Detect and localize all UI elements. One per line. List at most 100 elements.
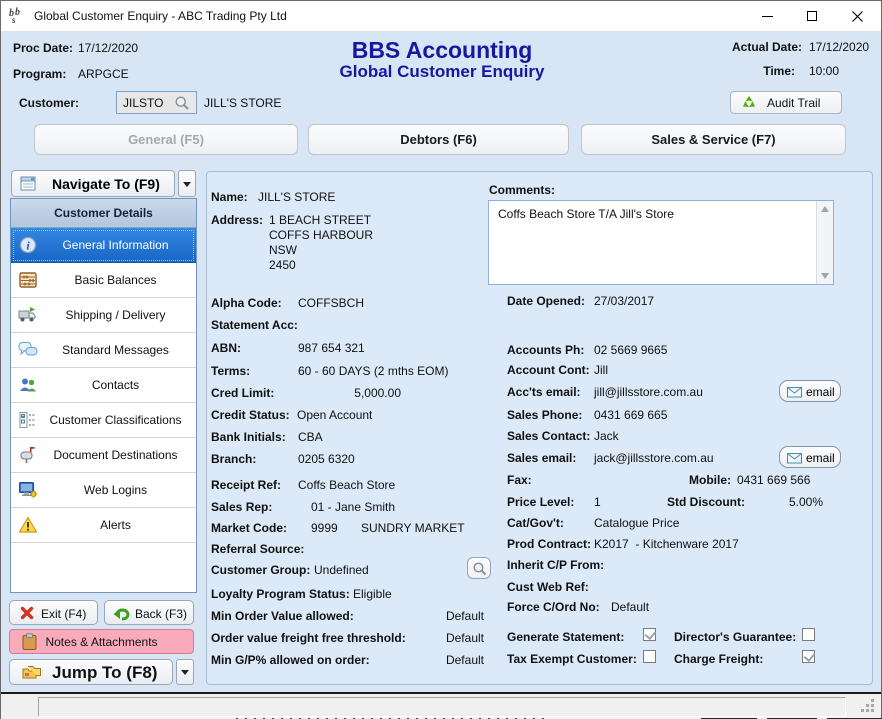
navigate-to-label: Navigate To (F9) [52, 176, 160, 192]
exit-button[interactable]: Exit (F4) [9, 600, 98, 625]
sidebar-item-alerts[interactable]: Alerts [11, 508, 196, 543]
mobile-label: Mobile: [689, 473, 731, 487]
address-line: COFFS HARBOUR [269, 228, 373, 242]
charge-freight-label: Charge Freight: [674, 652, 763, 666]
price-level-value: 1 [594, 495, 601, 509]
sidebar-item-label: Basic Balances [74, 273, 156, 287]
directors-guarantee-checkbox[interactable] [802, 628, 815, 641]
jump-to-label: Jump To (F8) [52, 663, 157, 683]
sidebar-item-label: Customer Classifications [49, 413, 181, 427]
title-bar: b b s Global Customer Enquiry - ABC Trad… [1, 1, 881, 31]
sidebar-item-label: Document Destinations [53, 448, 177, 462]
customer-search-icon[interactable] [174, 95, 190, 111]
mobile-value: 0431 669 566 [737, 473, 810, 487]
bank-initials-label: Bank Initials: [211, 430, 286, 444]
svg-text:s: s [11, 15, 16, 25]
exit-label: Exit (F4) [41, 607, 86, 621]
comments-scrollbar[interactable] [816, 201, 833, 284]
sales-email-label: Sales email: [507, 451, 576, 465]
loyalty-label: Loyalty Program Status: [211, 587, 350, 601]
email-button-label: email [806, 451, 835, 465]
min-order-label: Min Order Value allowed: [211, 609, 354, 623]
sales-rep-value: 01 - Jane Smith [311, 500, 395, 514]
customer-code-value: JILSTO [123, 96, 163, 110]
navigate-to-dropdown[interactable] [178, 170, 196, 197]
prod-contract-value: K2017 - Kitchenware 2017 [594, 537, 739, 551]
sales-email-button[interactable]: email [779, 446, 841, 468]
minimize-button[interactable] [745, 1, 790, 31]
contacts-icon [18, 376, 38, 394]
maximize-button[interactable] [790, 1, 835, 31]
sidebar-item-basic-balances[interactable]: Basic Balances [11, 263, 196, 298]
terms-value: 60 - 60 DAYS (2 mths EOM) [298, 364, 449, 378]
classifications-icon [18, 411, 38, 429]
sidebar-item-general-information[interactable]: i General Information [11, 228, 196, 263]
accounts-ph-label: Accounts Ph: [507, 343, 584, 357]
referral-source-label: Referral Source: [211, 542, 304, 556]
receipt-ref-label: Receipt Ref: [211, 478, 281, 492]
market-code-desc: SUNDRY MARKET [361, 521, 465, 535]
name-value: JILL'S STORE [258, 190, 335, 204]
cat-gov-value: Catalogue Price [594, 516, 679, 530]
alpha-code-value: COFFSBCH [298, 296, 364, 310]
sidebar-item-label: General Information [62, 238, 168, 252]
audit-trail-button[interactable]: Audit Trail [730, 91, 842, 114]
sidebar: Customer Details i General Information B… [10, 198, 197, 593]
close-button[interactable] [835, 1, 880, 31]
tax-exempt-checkbox[interactable] [643, 650, 656, 663]
sidebar-item-contacts[interactable]: Contacts [11, 368, 196, 403]
alpha-code-label: Alpha Code: [211, 296, 282, 310]
charge-freight-checkbox[interactable] [802, 650, 815, 663]
search-icon [472, 561, 488, 577]
sales-contact-label: Sales Contact: [507, 429, 590, 443]
scroll-down-button[interactable] [817, 268, 834, 284]
comments-box[interactable]: Coffs Beach Store T/A Jill's Store [488, 200, 834, 285]
prod-contract-label: Prod Contract: [507, 537, 591, 551]
actual-date-value: 17/12/2020 [809, 40, 869, 54]
customer-code-input[interactable]: JILSTO [116, 91, 197, 114]
tab-debtors[interactable]: Debtors (F6) [308, 124, 569, 155]
sales-phone-label: Sales Phone: [507, 408, 582, 422]
customer-group-search-button[interactable] [467, 557, 491, 579]
notes-attachments-button[interactable]: Notes & Attachments [9, 629, 194, 654]
freight-threshold-value: Default [443, 631, 484, 645]
cred-limit-label: Cred Limit: [211, 386, 274, 400]
status-bar [1, 694, 881, 719]
tab-sales-service[interactable]: Sales & Service (F7) [581, 124, 846, 155]
sales-phone-value: 0431 669 665 [594, 408, 667, 422]
email-button-label: email [806, 385, 835, 399]
sidebar-item-document-destinations[interactable]: Document Destinations [11, 438, 196, 473]
sidebar-item-shipping-delivery[interactable]: Shipping / Delivery [11, 298, 196, 333]
jump-to-button[interactable]: Jump To (F8) [9, 659, 173, 685]
email-icon [787, 451, 803, 464]
speech-bubbles-icon [18, 341, 38, 359]
accts-email-button[interactable]: email [779, 380, 841, 402]
sidebar-item-label: Web Logins [84, 483, 147, 497]
std-discount-value: 5.00% [789, 495, 823, 509]
force-cord-label: Force C/Ord No: [507, 600, 600, 614]
mailbox-icon [18, 446, 38, 464]
time-value: 10:00 [809, 64, 839, 78]
sidebar-item-label: Shipping / Delivery [65, 308, 165, 322]
app-window: b b s Global Customer Enquiry - ABC Trad… [0, 0, 882, 719]
generate-statement-checkbox[interactable] [643, 628, 656, 641]
back-button[interactable]: Back (F3) [104, 600, 194, 625]
scroll-up-button[interactable] [817, 201, 834, 217]
customer-group-label: Customer Group: [211, 563, 310, 577]
sidebar-item-standard-messages[interactable]: Standard Messages [11, 333, 196, 368]
navigate-to-button[interactable]: Navigate To (F9) [11, 170, 175, 197]
credit-status-label: Credit Status: [211, 408, 290, 422]
comments-text: Coffs Beach Store T/A Jill's Store [498, 207, 674, 221]
terms-label: Terms: [211, 364, 250, 378]
fax-label: Fax: [507, 473, 532, 487]
sidebar-item-customer-classifications[interactable]: Customer Classifications [11, 403, 196, 438]
resize-grip[interactable] [861, 699, 875, 713]
sidebar-item-web-logins[interactable]: Web Logins [11, 473, 196, 508]
sidebar-item-label: Standard Messages [62, 343, 169, 357]
abn-value: 987 654 321 [298, 341, 365, 355]
account-cont-label: Account Cont: [507, 363, 590, 377]
jump-to-dropdown[interactable] [176, 659, 194, 685]
accts-email-label: Acc'ts email: [507, 385, 581, 399]
tab-general[interactable]: General (F5) [34, 124, 298, 155]
tax-exempt-label: Tax Exempt Customer: [507, 652, 637, 666]
